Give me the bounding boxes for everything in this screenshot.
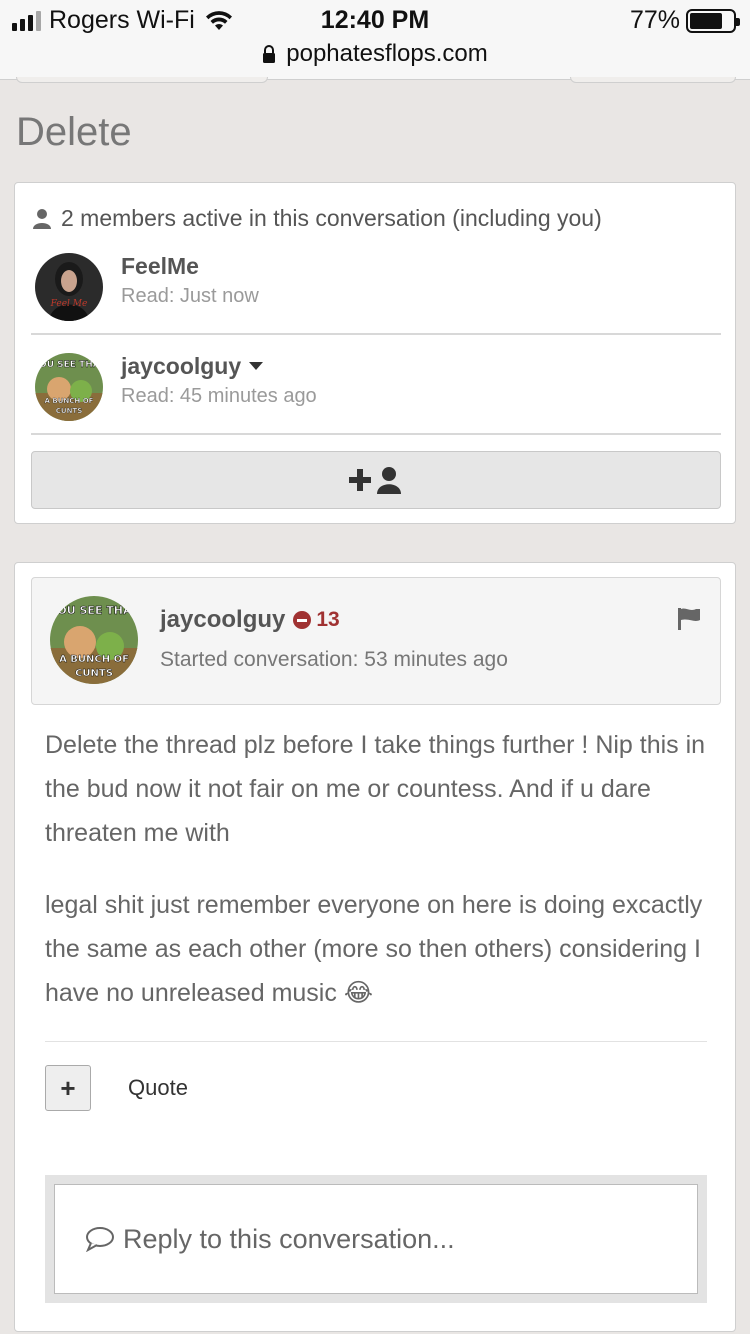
minus-circle-icon	[293, 611, 312, 629]
svg-text:YOU SEE THAT: YOU SEE THAT	[50, 604, 138, 617]
author-name[interactable]: jaycoolguy	[160, 606, 285, 634]
reputation-badge: 13	[293, 608, 340, 632]
message-body: Delete the thread plz before I take thin…	[45, 723, 715, 1043]
member-read-status: Read: 45 minutes ago	[121, 385, 317, 407]
members-header: 2 members active in this conversation (i…	[33, 205, 602, 232]
url-text: pophatesflops.com	[286, 40, 488, 67]
svg-text:Feel Me: Feel Me	[50, 299, 88, 309]
reply-placeholder: Reply to this conversation...	[123, 1223, 455, 1254]
svg-text:YOU SEE THAT: YOU SEE THAT	[35, 360, 103, 370]
reply-input[interactable]: Reply to this conversation...	[54, 1184, 698, 1294]
battery-percent: 77%	[629, 6, 680, 34]
battery-icon	[686, 8, 740, 33]
user-icon	[33, 208, 51, 229]
message-paragraph: Delete the thread plz before I take thin…	[45, 731, 706, 847]
laughing-emoji-icon: 😂	[343, 979, 374, 1007]
reply-box: Reply to this conversation...	[45, 1175, 707, 1303]
members-count-text: 2 members active in this conversation (i…	[61, 205, 602, 231]
multiquote-button[interactable]: +	[45, 1065, 91, 1111]
member-name-menu[interactable]: jaycoolguy	[121, 353, 264, 380]
reputation-value: 13	[316, 608, 340, 631]
author-line: jaycoolguy 13	[160, 606, 340, 634]
svg-text:CUNTS: CUNTS	[75, 668, 113, 679]
comment-icon	[86, 1227, 114, 1252]
flag-icon[interactable]	[678, 608, 702, 630]
started-time: Started conversation: 53 minutes ago	[160, 648, 508, 671]
status-bar: Rogers Wi-Fi 12:40 PM 77% pophatesflops.…	[0, 0, 750, 80]
members-panel: 2 members active in this conversation (i…	[14, 182, 736, 524]
divider	[45, 1041, 707, 1042]
avatar[interactable]: YOU SEE THAT A BUNCH OF CUNTS	[35, 353, 103, 421]
add-user-icon	[349, 467, 401, 494]
nav-button-left[interactable]	[16, 77, 268, 83]
member-name[interactable]: jaycoolguy	[121, 353, 241, 380]
svg-text:A BUNCH OF: A BUNCH OF	[45, 397, 94, 405]
member-name[interactable]: FeelMe	[121, 253, 199, 280]
avatar[interactable]: YOU SEE THAT A BUNCH OF CUNTS	[50, 596, 138, 684]
lock-icon	[263, 45, 276, 63]
member-read-status: Read: Just now	[121, 285, 259, 307]
avatar[interactable]: Feel Me	[35, 253, 103, 321]
member-row[interactable]: Feel Me FeelMe Read: Just now	[31, 249, 721, 335]
caret-down-icon[interactable]	[249, 362, 264, 371]
invite-member-button[interactable]	[31, 451, 721, 509]
message-header: YOU SEE THAT A BUNCH OF CUNTS jaycoolguy…	[31, 577, 721, 705]
message-panel: YOU SEE THAT A BUNCH OF CUNTS jaycoolguy…	[14, 562, 736, 1332]
nav-button-right[interactable]	[570, 77, 736, 83]
svg-text:A BUNCH OF: A BUNCH OF	[59, 654, 129, 665]
battery-status: 77%	[629, 6, 740, 35]
svg-text:CUNTS: CUNTS	[56, 407, 83, 415]
member-row[interactable]: YOU SEE THAT A BUNCH OF CUNTS jaycoolguy…	[31, 349, 721, 435]
page-title: Delete	[16, 110, 132, 154]
quote-button[interactable]: Quote	[128, 1075, 188, 1101]
message-paragraph: legal shit just remember everyone on her…	[45, 891, 703, 1007]
address-bar[interactable]: pophatesflops.com	[0, 40, 750, 68]
